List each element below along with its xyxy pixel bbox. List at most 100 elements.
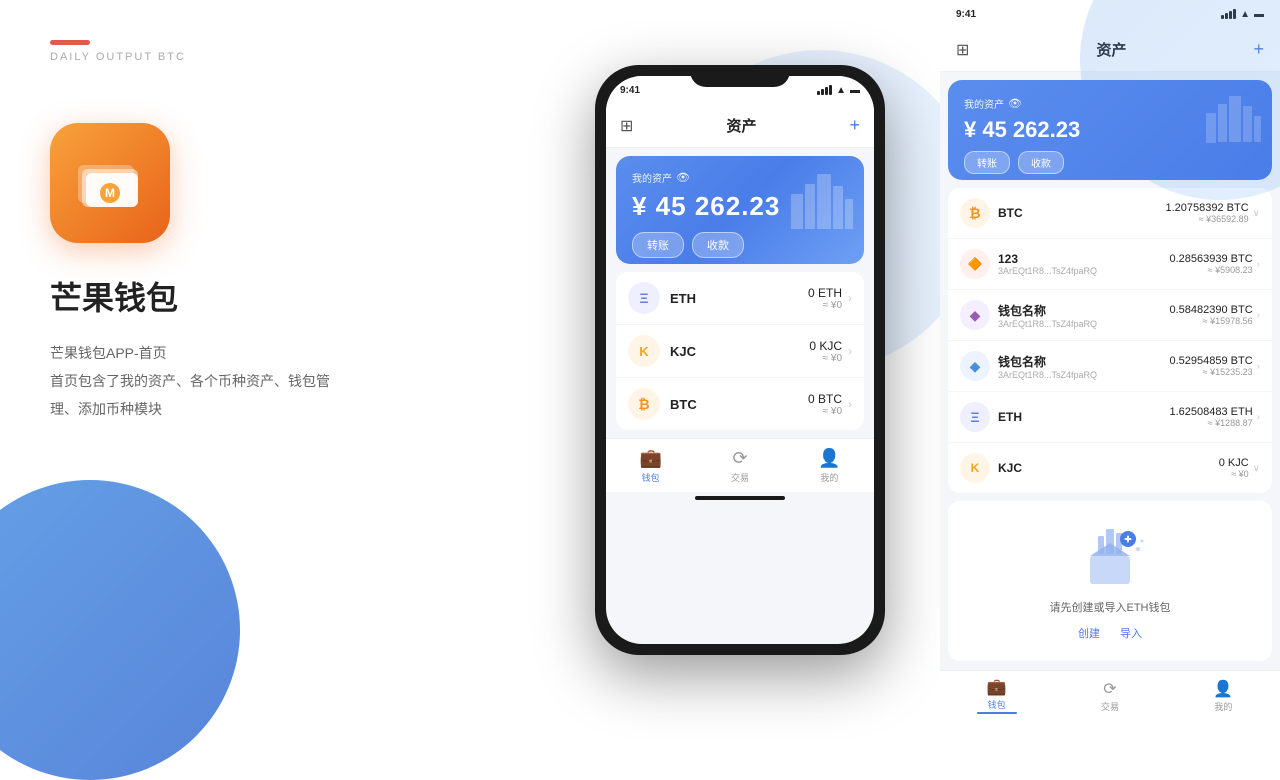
- right-asset-card: 我的资产 👁 ¥ 45 262.23 转账 收款: [948, 80, 1272, 180]
- right-asset-buttons: 转账 收款: [964, 151, 1256, 174]
- kjc-balance: 0 KJC ≈ ¥0: [809, 339, 842, 364]
- right-tab-mine[interactable]: 👤 我的: [1167, 679, 1280, 713]
- right-time: 9:41: [956, 9, 976, 20]
- transaction-tab-icon: ⟳: [732, 448, 747, 469]
- right-wallet-tab-icon: 💼: [987, 677, 1007, 697]
- mine-tab-icon: 👤: [818, 448, 840, 469]
- eth-empty-links: 创建 导入: [968, 625, 1252, 641]
- tab-mine[interactable]: 👤 我的: [785, 448, 874, 484]
- phone-nav-bar: ⊞ 资产 +: [606, 104, 874, 148]
- right-tab-wallet[interactable]: 💼 钱包: [940, 677, 1053, 714]
- asset-card-buttons: 转账 收款: [632, 232, 848, 258]
- right-content: 我的资产 👁 ¥ 45 262.23 转账 收款 ₿: [940, 72, 1280, 670]
- right-btc-chevron: ∨: [1253, 208, 1260, 219]
- right-coin-list: ₿ BTC 1.20758392 BTC ≈ ¥36592.89 ∨ 🔶 123: [948, 188, 1272, 493]
- phone-time: 9:41: [620, 85, 640, 96]
- right-coin-item-123[interactable]: 🔶 123 3ArEQt1R8...TsZ4fpaRQ 0.28563939 B…: [948, 239, 1272, 290]
- eth-balance: 0 ETH ≈ ¥0: [808, 286, 842, 311]
- eth-icon: Ξ: [628, 282, 660, 314]
- phone-device: 9:41 ▲ ▬ ⊞ 资产 +: [595, 65, 885, 655]
- phone-nav-title: 资产: [726, 115, 756, 136]
- right-coin-item-kjc[interactable]: K KJC 0 KJC ≈ ¥0 ∨: [948, 443, 1272, 493]
- right-kjc-chevron: ∨: [1253, 463, 1260, 474]
- right-btc-icon: ₿: [960, 198, 990, 228]
- right-nav-left-icon[interactable]: ⊞: [956, 40, 969, 60]
- right-mine-tab-icon: 👤: [1213, 679, 1233, 699]
- right-coin-item-wallet1[interactable]: ◆ 钱包名称 3ArEQt1R8...TsZ4fpaRQ 0.58482390 …: [948, 290, 1272, 341]
- right-tab-bar: 💼 钱包 ⟳ 交易 👤 我的: [940, 670, 1280, 720]
- phone-asset-card: 我的资产 👁 ¥ 45 262.23 转账 收款: [616, 156, 864, 264]
- right-transfer-button[interactable]: 转账: [964, 151, 1010, 174]
- btc-icon: ₿: [628, 388, 660, 420]
- transfer-button[interactable]: 转账: [632, 232, 684, 258]
- eth-empty-card: 请先创建或导入ETH钱包 创建 导入: [948, 501, 1272, 661]
- eth-create-link[interactable]: 创建: [1078, 625, 1100, 641]
- right-123-icon: 🔶: [960, 249, 990, 279]
- right-coin-item-eth[interactable]: Ξ ETH 1.62508483 ETH ≈ ¥1288.87 ›: [948, 392, 1272, 443]
- btc-balance: 0 BTC ≈ ¥0: [808, 392, 842, 417]
- right-transaction-tab-icon: ⟳: [1103, 679, 1116, 699]
- right-wallet1-balance: 0.58482390 BTC ≈ ¥15978.56: [1169, 304, 1252, 326]
- wallet-tab-label: 钱包: [642, 471, 660, 484]
- tab-wallet[interactable]: 💼 钱包: [606, 448, 695, 484]
- right-panel: 9:41 ▲ ▬ ⊞ 资产 + 我的资产 👁 ¥ 45 262.23: [940, 0, 1280, 720]
- right-btc-info: BTC: [998, 206, 1166, 220]
- phone-notch: [690, 65, 790, 87]
- app-subtitle: DAILY OUTPUT BTC: [50, 51, 490, 63]
- app-desc: 芒果钱包APP-首页 首页包含了我的资产、各个币种资产、钱包管 理、添加币种模块: [50, 339, 490, 423]
- kjc-arrow: ›: [848, 344, 852, 358]
- right-buildings-decoration: [1204, 88, 1264, 148]
- eth-empty-svg: [1070, 521, 1150, 591]
- right-wallet1-icon: ◆: [960, 300, 990, 330]
- btc-arrow: ›: [848, 397, 852, 411]
- right-123-chevron: ›: [1257, 259, 1260, 270]
- right-eth-balance: 1.62508483 ETH ≈ ¥1288.87: [1169, 406, 1252, 428]
- eth-empty-text: 请先创建或导入ETH钱包: [968, 599, 1252, 615]
- right-eye-icon[interactable]: 👁: [1008, 97, 1022, 110]
- mine-tab-label: 我的: [820, 471, 838, 484]
- coin-list: Ξ ETH 0 ETH ≈ ¥0 › K KJC: [616, 272, 864, 430]
- eye-icon[interactable]: 👁: [676, 171, 690, 184]
- right-transaction-tab-label: 交易: [1101, 700, 1119, 713]
- right-receive-button[interactable]: 收款: [1018, 151, 1064, 174]
- right-123-info: 123 3ArEQt1R8...TsZ4fpaRQ: [998, 252, 1169, 276]
- btc-name: BTC: [670, 397, 697, 412]
- receive-button[interactable]: 收款: [692, 232, 744, 258]
- eth-import-link[interactable]: 导入: [1120, 625, 1142, 641]
- right-tab-active-indicator: [977, 712, 1017, 714]
- desc-line3: 理、添加币种模块: [50, 395, 490, 423]
- right-eth-icon: Ξ: [960, 402, 990, 432]
- desc-line1: 芒果钱包APP-首页: [50, 339, 490, 367]
- app-icon-svg: M: [70, 143, 150, 223]
- right-mine-tab-label: 我的: [1214, 700, 1232, 713]
- blue-circle-decoration: [0, 480, 240, 780]
- right-btc-balance: 1.20758392 BTC ≈ ¥36592.89: [1166, 202, 1249, 224]
- right-coin-item-wallet2[interactable]: ◆ 钱包名称 3ArEQt1R8...TsZ4fpaRQ 0.52954859 …: [948, 341, 1272, 392]
- right-tab-transaction[interactable]: ⟳ 交易: [1053, 679, 1166, 713]
- home-indicator: [695, 496, 785, 500]
- right-wallet1-info: 钱包名称 3ArEQt1R8...TsZ4fpaRQ: [998, 302, 1169, 329]
- phone-nav-add-icon[interactable]: +: [849, 115, 860, 136]
- red-bar: [50, 40, 90, 45]
- eth-name: ETH: [670, 291, 696, 306]
- middle-panel: 9:41 ▲ ▬ ⊞ 资产 +: [540, 0, 940, 720]
- right-wallet-tab-label: 钱包: [988, 698, 1006, 711]
- wallet-tab-icon: 💼: [639, 448, 661, 469]
- right-eth-info: ETH: [998, 410, 1169, 424]
- coin-item-kjc[interactable]: K KJC 0 KJC ≈ ¥0 ›: [616, 325, 864, 378]
- buildings-decoration: [786, 164, 856, 234]
- right-kjc-info: KJC: [998, 461, 1219, 475]
- coin-item-btc[interactable]: ₿ BTC 0 BTC ≈ ¥0 ›: [616, 378, 864, 430]
- tab-transaction[interactable]: ⟳ 交易: [695, 448, 784, 484]
- right-eth-chevron: ›: [1257, 412, 1260, 423]
- transaction-tab-label: 交易: [731, 471, 749, 484]
- right-wallet2-icon: ◆: [960, 351, 990, 381]
- desc-line2: 首页包含了我的资产、各个币种资产、钱包管: [50, 367, 490, 395]
- phone-tab-bar: 💼 钱包 ⟳ 交易 👤 我的: [606, 438, 874, 492]
- right-wallet1-chevron: ›: [1257, 310, 1260, 321]
- eth-arrow: ›: [848, 291, 852, 305]
- phone-nav-left-icon[interactable]: ⊞: [620, 116, 633, 136]
- coin-item-eth[interactable]: Ξ ETH 0 ETH ≈ ¥0 ›: [616, 272, 864, 325]
- app-title: 芒果钱包: [50, 273, 490, 319]
- wifi-icon: ▲: [836, 85, 846, 96]
